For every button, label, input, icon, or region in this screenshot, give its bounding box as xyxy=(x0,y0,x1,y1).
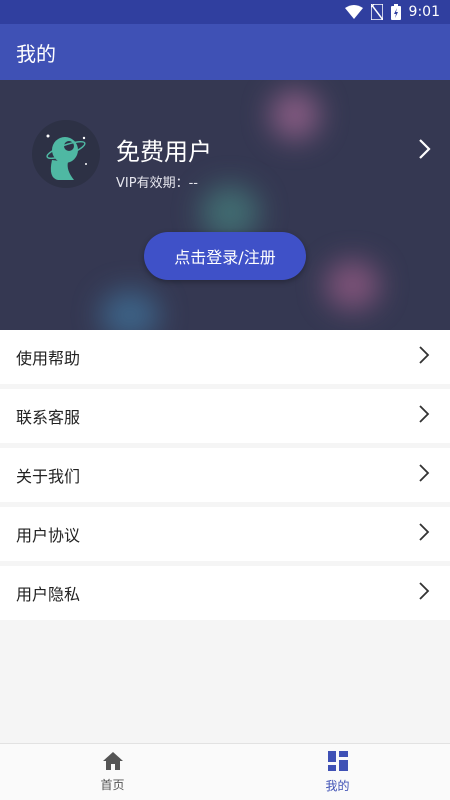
menu-item-user-agreement[interactable]: 用户协议 xyxy=(0,507,450,561)
astronaut-icon xyxy=(46,134,87,180)
vip-value: -- xyxy=(188,176,198,191)
vip-expiry: VIP有效期：-- xyxy=(116,172,198,191)
menu-item-label: 联系客服 xyxy=(16,408,81,427)
page-title: 我的 xyxy=(16,41,56,66)
tab-mine[interactable]: 我的 xyxy=(225,744,450,800)
app-bar: 我的 xyxy=(0,24,450,80)
menu-item-label: 用户协议 xyxy=(16,526,81,545)
menu-item-label: 关于我们 xyxy=(16,467,81,486)
chevron-right-icon xyxy=(418,404,430,428)
status-bar: 9:01 xyxy=(0,0,450,24)
chevron-right-icon xyxy=(418,463,430,487)
wifi-icon xyxy=(344,5,363,19)
menu-item-help[interactable]: 使用帮助 xyxy=(0,330,450,384)
login-register-button[interactable]: 点击登录/注册 xyxy=(144,232,306,280)
chevron-right-icon xyxy=(418,522,430,546)
menu-item-contact-support[interactable]: 联系客服 xyxy=(0,389,450,443)
menu-item-label: 用户隐私 xyxy=(16,585,81,604)
vip-label: VIP有效期： xyxy=(116,176,189,191)
decorative-blob xyxy=(325,260,380,310)
no-sim-icon xyxy=(370,4,383,20)
chevron-right-icon xyxy=(418,581,430,605)
menu-item-user-privacy[interactable]: 用户隐私 xyxy=(0,566,450,620)
tab-label: 我的 xyxy=(325,778,350,793)
user-name: 免费用户 xyxy=(116,138,212,166)
tab-label: 首页 xyxy=(100,777,125,792)
menu-item-about-us[interactable]: 关于我们 xyxy=(0,448,450,502)
chevron-right-icon[interactable] xyxy=(418,138,432,164)
status-time: 9:01 xyxy=(408,4,440,20)
tab-home[interactable]: 首页 xyxy=(0,744,225,800)
home-icon xyxy=(102,751,123,773)
decorative-blob xyxy=(270,90,320,140)
chevron-right-icon xyxy=(418,345,430,369)
dashboard-icon xyxy=(327,750,348,774)
profile-header[interactable]: 免费用户 VIP有效期：-- 点击登录/注册 xyxy=(0,80,450,330)
battery-icon xyxy=(390,4,401,20)
bottom-nav: 首页 我的 xyxy=(0,743,450,800)
decorative-blob xyxy=(100,290,160,330)
avatar[interactable] xyxy=(32,120,100,188)
menu-item-label: 使用帮助 xyxy=(16,349,81,368)
settings-menu: 使用帮助 联系客服 关于我们 用户协议 用户隐私 xyxy=(0,330,450,625)
